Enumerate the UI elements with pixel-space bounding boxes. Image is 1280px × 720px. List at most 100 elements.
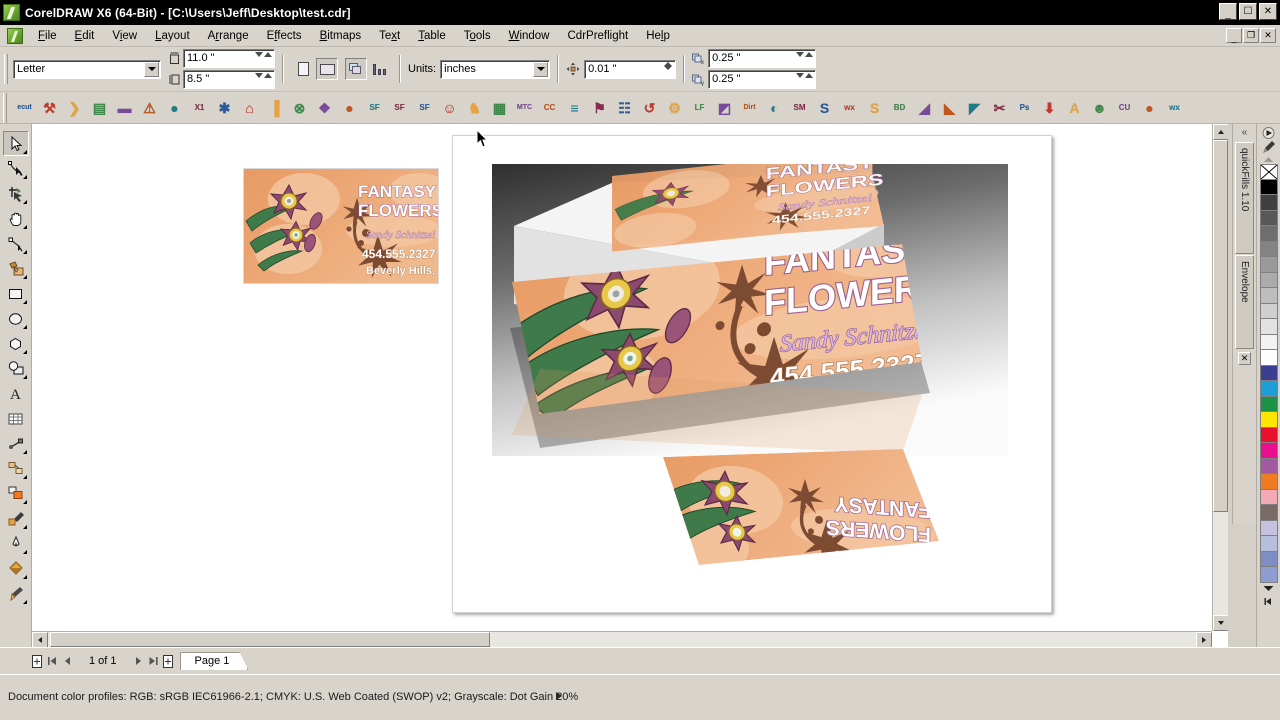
registration-target-icon[interactable]: ⊗ (288, 96, 311, 119)
smiley-icon[interactable]: ☺ (438, 96, 461, 119)
status-expand-icon[interactable] (556, 692, 562, 700)
palette-swatch-4[interactable] (1259, 241, 1278, 257)
warning-icon[interactable]: ⚠ (138, 96, 161, 119)
red-asterisk-icon[interactable]: ✱ (213, 96, 236, 119)
freehand-tool[interactable] (3, 231, 29, 256)
menu-item-help[interactable]: Help (637, 27, 679, 45)
page-width-spinner[interactable] (255, 52, 272, 57)
rotate-icon[interactable]: ↺ (638, 96, 661, 119)
next-page-button[interactable] (131, 653, 146, 669)
color-cube-icon[interactable]: ❖ (313, 96, 336, 119)
mdi-restore-button[interactable]: ❐ (1243, 28, 1259, 43)
text-a-icon[interactable]: A (1063, 96, 1086, 119)
palette-swatch-24[interactable] (1259, 551, 1278, 567)
nudge-offset-input[interactable]: 0.01 " (584, 59, 677, 79)
canvas-area[interactable]: FANTASY FLOWERS Sandy Schnitzel 454.555.… (32, 124, 1212, 631)
calendar-icon[interactable]: ☷ (613, 96, 636, 119)
minimize-button[interactable]: _ (1219, 3, 1237, 20)
palette-eyedropper-icon[interactable] (1261, 140, 1276, 154)
canvas-horizontal-scrollbar[interactable] (32, 631, 1212, 647)
page-height-input[interactable]: 8.5 " (183, 70, 275, 89)
export-box-icon[interactable]: ⬇ (1038, 96, 1061, 119)
menu-item-table[interactable]: Table (409, 27, 455, 45)
sf-pattern-icon[interactable]: SF (413, 96, 436, 119)
palette-swatch-5[interactable] (1259, 257, 1278, 273)
wx-small-icon[interactable]: wx (1163, 96, 1186, 119)
last-page-button[interactable] (146, 653, 161, 669)
ps-icon[interactable]: Ps (1013, 96, 1036, 119)
units-chevron-down-icon[interactable] (533, 61, 549, 77)
toolbar-grip[interactable] (3, 92, 7, 123)
page-height-spinner[interactable] (255, 73, 272, 78)
red-ball-icon[interactable]: ● (163, 96, 186, 119)
blend-tool[interactable] (3, 481, 29, 506)
connector-tool[interactable] (3, 456, 29, 481)
basic-shapes-tool[interactable] (3, 356, 29, 381)
red-dot-icon[interactable]: ● (338, 96, 361, 119)
s-dots-icon[interactable]: S (813, 96, 836, 119)
palette-swatch-12[interactable] (1259, 365, 1278, 381)
fill-tool[interactable] (3, 556, 29, 581)
paper-size-chevron-down-icon[interactable] (144, 61, 159, 77)
palette-swatch-8[interactable] (1259, 303, 1278, 319)
first-page-button[interactable] (45, 653, 60, 669)
table-grid-icon[interactable]: ▦ (488, 96, 511, 119)
scissors-icon[interactable]: ✂ (988, 96, 1011, 119)
palette-swatch-3[interactable] (1259, 226, 1278, 242)
palette-swatch-1[interactable] (1259, 195, 1278, 211)
scroll-left-button[interactable] (32, 632, 48, 647)
docker-tab-envelope[interactable]: Envelope (1235, 255, 1254, 349)
palette-scroll-home-button[interactable] (1262, 596, 1275, 609)
ecut-icon[interactable]: ecut (13, 96, 36, 119)
palette-swatch-6[interactable] (1259, 272, 1278, 288)
globe-icon[interactable]: ◐ (763, 96, 786, 119)
palette-swatch-7[interactable] (1259, 288, 1278, 304)
paper-size-dropdown[interactable]: Letter (13, 59, 161, 79)
previous-page-button[interactable] (60, 653, 75, 669)
menu-item-text[interactable]: Text (370, 27, 409, 45)
cu-icon[interactable]: CU (1113, 96, 1136, 119)
color-eyedropper-tool[interactable] (3, 506, 29, 531)
menu-item-view[interactable]: View (103, 27, 146, 45)
hscroll-thumb[interactable] (50, 632, 490, 647)
current-page-button[interactable] (369, 58, 391, 80)
docker-collapse-button[interactable]: « (1233, 124, 1256, 141)
pan-tool[interactable] (3, 206, 29, 231)
arrow-curve-icon[interactable]: ❯ (63, 96, 86, 119)
gold-bar-icon[interactable]: ▬ (113, 96, 136, 119)
cat-icon[interactable]: ♞ (463, 96, 486, 119)
vscroll-thumb[interactable] (1213, 140, 1228, 512)
palette-swatch-25[interactable] (1259, 567, 1278, 583)
pen-flag-icon[interactable]: ⚑ (588, 96, 611, 119)
units-dropdown[interactable]: inches (440, 59, 551, 79)
palette-scroll-down-button[interactable] (1262, 583, 1275, 596)
palette-swatch-2[interactable] (1259, 210, 1278, 226)
sm-box-icon[interactable]: SM (788, 96, 811, 119)
orientation-landscape-button[interactable] (316, 58, 338, 80)
palette-swatch-16[interactable] (1259, 427, 1278, 443)
mdi-minimize-button[interactable]: _ (1226, 28, 1242, 43)
duplicate-y-input[interactable]: 0.25 " (708, 70, 817, 89)
menu-item-bitmaps[interactable]: Bitmaps (311, 27, 371, 45)
menu-item-layout[interactable]: Layout (146, 27, 199, 45)
table-tool[interactable] (3, 406, 29, 431)
palette-swatch-10[interactable] (1259, 334, 1278, 350)
duplicate-x-spinner[interactable] (796, 52, 814, 57)
scroll-up-button[interactable] (1213, 124, 1228, 140)
polygon-tool[interactable] (3, 331, 29, 356)
menu-item-arrange[interactable]: Arrange (199, 27, 258, 45)
palette-swatch-11[interactable] (1259, 350, 1278, 366)
palette-swatch-23[interactable] (1259, 536, 1278, 552)
menu-item-window[interactable]: Window (500, 27, 559, 45)
palette-swatch-13[interactable] (1259, 381, 1278, 397)
palette-swatch-14[interactable] (1259, 396, 1278, 412)
menu-item-cdrpreflight[interactable]: CdrPreflight (559, 27, 638, 45)
canvas-vertical-scrollbar[interactable] (1212, 124, 1228, 631)
add-page-before-button[interactable] (30, 653, 45, 669)
outline-tool[interactable] (3, 531, 29, 556)
menu-item-edit[interactable]: Edit (66, 27, 104, 45)
cc-icon[interactable]: CC (538, 96, 561, 119)
x1-tool-icon[interactable]: X1 (188, 96, 211, 119)
menu-item-file[interactable]: File (29, 27, 66, 45)
palette-scroll-up-icon[interactable] (1261, 154, 1276, 164)
